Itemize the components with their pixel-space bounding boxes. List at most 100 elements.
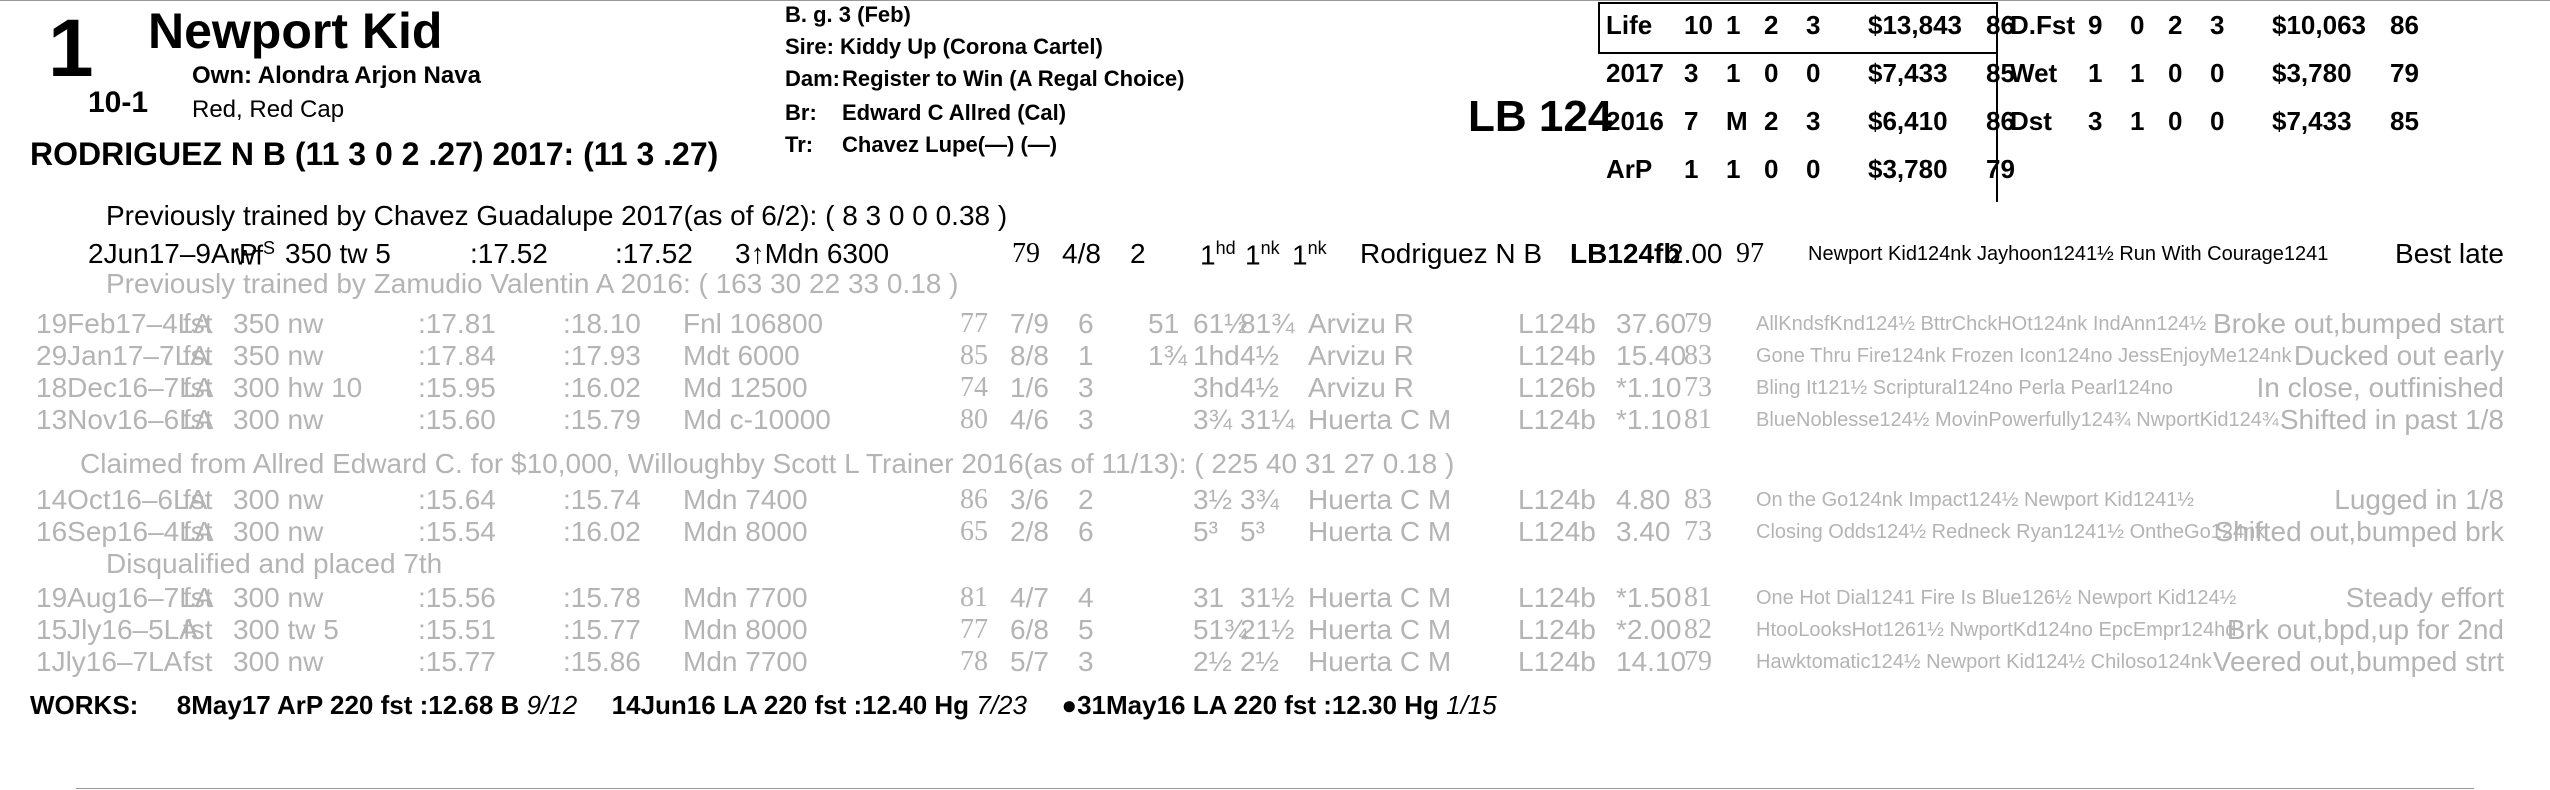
post-position: 5/7 [1010, 646, 1049, 677]
sire: Kiddy Up (Corona Cartel) [840, 34, 1103, 59]
race-odds: *1.10 [1616, 372, 1682, 403]
fraction-time: :17.81 [418, 308, 496, 339]
post-position: 7/9 [1010, 308, 1049, 339]
stats-right-row-p: 2 [2168, 10, 2183, 40]
fraction-time: :15.54 [418, 516, 496, 547]
top-finishers: One Hot Dial1241 Fire Is Blue126½ Newpor… [1756, 587, 2237, 609]
work-1: 8May17 ArP 220 fst :12.68 B [176, 690, 520, 720]
final-time: :15.77 [563, 614, 641, 645]
race-date: 15Jly16–5LA [36, 614, 198, 645]
medication-weight: L124b [1518, 582, 1596, 613]
finish-position: 1nk [1292, 238, 1327, 271]
fraction-time: :15.77 [418, 646, 496, 677]
post-position: 2/8 [1010, 516, 1049, 547]
top-finishers: Hawktomatic124½ Newport Kid124½ Chiloso1… [1756, 651, 2212, 673]
works-label: WORKS: [30, 690, 139, 720]
stats-left-row-earnings: $6,410 [1868, 106, 1948, 136]
horse-name: Newport Kid [148, 3, 443, 59]
work-1-rank: 9/12 [526, 690, 578, 720]
race-distance: 300 tw 5 [233, 614, 339, 645]
top-finishers: AllKndsfKnd124½ BttrChckHOt124nk IndAnn1… [1756, 313, 2207, 335]
speed-figure: 81 [960, 582, 988, 613]
top-finishers: HtooLooksHot1261½ NwportKd124no EpcEmpr1… [1756, 619, 2237, 641]
stats-left-row-p: 2 [1764, 106, 1779, 136]
speed-figure: 79 [1012, 238, 1040, 269]
final-time: :16.02 [563, 516, 641, 547]
work-3-rank: 1/15 [1446, 690, 1497, 720]
stats-right-row-earnings: $7,433 [2272, 106, 2352, 136]
disqualified-note: Disqualified and placed 7th [106, 548, 443, 579]
race-class: Md 12500 [683, 372, 808, 403]
breeder: Edward C Allred (Cal) [842, 100, 1067, 125]
race-distance: 350 nw [233, 340, 324, 371]
race-jockey: Huerta C M [1308, 614, 1452, 645]
race-odds: *2.00 [1616, 614, 1682, 645]
trip-comment: Best late [2395, 238, 2504, 269]
stats-right-row-p: 0 [2168, 106, 2183, 136]
breeder-label: Br: [785, 100, 817, 125]
start-position: 2 [1130, 238, 1146, 269]
start-position: 1 [1078, 340, 1094, 371]
stats-left-row-label: ArP [1606, 154, 1653, 184]
race-class: Mdn 7400 [683, 484, 808, 515]
sire-label: Sire: [785, 34, 834, 59]
stats-left-row-earnings: $7,433 [1868, 58, 1948, 88]
work-3: ●31May16 LA 220 fst :12.30 Hg [1061, 690, 1439, 720]
medication-weight: L124b [1518, 484, 1596, 515]
post-position: 4/6 [1010, 404, 1049, 435]
race-odds: 37.60 [1616, 308, 1687, 339]
speed-rating: 83 [1684, 484, 1712, 515]
finish-position-margin: nk [1307, 238, 1327, 258]
stats-left-row-earnings: $3,780 [1868, 154, 1948, 184]
race-odds: 2.00 [1668, 238, 1723, 269]
stats-right-row-speed: 85 [2390, 106, 2419, 136]
speed-rating: 81 [1684, 404, 1712, 435]
trip-comment: Veered out,bumped strt [2212, 646, 2504, 677]
fraction-time: :15.56 [418, 582, 496, 613]
stats-left-row-p: 0 [1764, 58, 1779, 88]
trip-comment: Lugged in 1/8 [2334, 484, 2504, 515]
stats-right-row-label: Dst [2010, 106, 2052, 136]
start-position: 5 [1078, 614, 1094, 645]
work-2: 14Jun16 LA 220 fst :12.40 Hg [611, 690, 970, 720]
stats-left-row-p: 2 [1764, 10, 1779, 40]
stats-right-row-s: 0 [2210, 58, 2225, 88]
track-condition: fst [183, 646, 213, 677]
track-condition: fst [183, 340, 213, 371]
race-distance: 350 tw 5 [285, 238, 391, 269]
jockey-line: RODRIGUEZ N B (11 3 0 2 .27) 2017: (11 3… [30, 136, 719, 172]
race-line: 29Jan17–7LA fst 350 nw:17.84:17.93 Mdt 6000… [0, 340, 2550, 372]
race-class: Mdn 8000 [683, 516, 808, 547]
fraction-time: :15.51 [418, 614, 496, 645]
race-distance: 300 nw [233, 516, 324, 547]
stats-right-row-s: 0 [2210, 106, 2225, 136]
dam: Register to Win (A Regal Choice) [842, 66, 1185, 91]
race-jockey: Huerta C M [1308, 404, 1452, 435]
race-jockey: Huerta C M [1308, 516, 1452, 547]
stats-left-row-earnings: $13,843 [1868, 10, 1962, 40]
stats-box-bottom-border [1598, 52, 1996, 54]
stats-right-row-speed: 86 [2390, 10, 2419, 40]
race-line: 16Sep16–4LA fst 300 nw:15.54:16.02 Mdn 8000… [0, 516, 2550, 548]
final-time: :15.74 [563, 484, 641, 515]
track-condition: fst [183, 372, 213, 403]
race-odds: *1.10 [1616, 404, 1682, 435]
medication-weight: LB124fb [1570, 238, 1681, 269]
stats-left-row-s: 3 [1806, 10, 1821, 40]
speed-figure: 65 [960, 516, 988, 547]
trip-comment: In close, outfinished [2256, 372, 2505, 403]
track-condition: fst [183, 484, 213, 515]
race-class: Fnl 106800 [683, 308, 824, 339]
final-time: :15.86 [563, 646, 641, 677]
fraction-time: :17.84 [418, 340, 496, 371]
race-odds: 4.80 [1616, 484, 1671, 515]
medication-weight: L124b [1518, 614, 1596, 645]
fraction-time: :15.64 [418, 484, 496, 515]
race-jockey: Huerta C M [1308, 484, 1452, 515]
race-line: 1Jly16–7LA fst 300 nw:15.77:15.86 Mdn 7700 7… [0, 646, 2550, 678]
sex-age: B. g. 3 (Feb) [785, 2, 911, 27]
top-finishers: BlueNoblesse124½ MovinPowerfully124¾ Nwp… [1756, 409, 2279, 431]
trip-comment: Steady effort [2345, 582, 2504, 613]
race-class: Mdn 8000 [683, 614, 808, 645]
dam-label: Dam: [785, 66, 841, 91]
